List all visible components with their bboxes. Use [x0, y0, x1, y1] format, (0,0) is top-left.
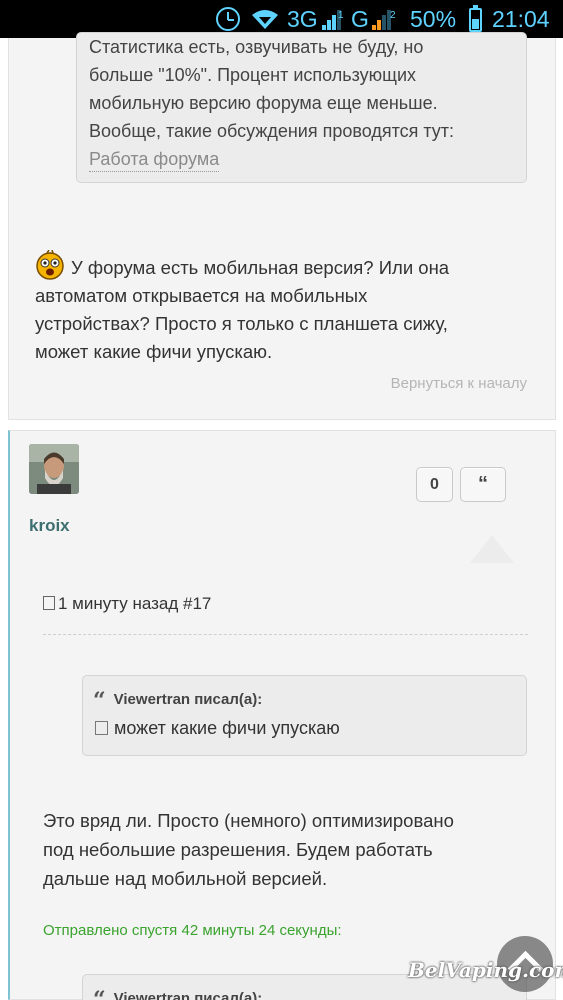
- quote-icon: “: [93, 987, 106, 1000]
- quote-line: мобильную версию форума еще меньше.: [89, 93, 438, 113]
- quote-text-content: может какие фичи упускаю: [114, 718, 340, 738]
- post-body: Это вряд ли. Просто (немного) оптимизиро…: [43, 806, 533, 893]
- back-to-top-link[interactable]: Вернуться к началу: [391, 375, 527, 392]
- post-body-line: дальше над мобильной версией.: [43, 868, 328, 889]
- quote-author-name: Viewertran писал(а):: [113, 691, 263, 708]
- battery-icon: [469, 5, 482, 32]
- username-link[interactable]: kroix: [29, 516, 70, 536]
- sim2-badge: 2: [390, 10, 396, 21]
- post-body-line: Это вряд ли. Просто (немного) оптимизиро…: [43, 810, 454, 831]
- post-body-line: автоматом открывается на мобильных: [35, 285, 368, 306]
- post-meta: 1 минуту назад #17: [43, 594, 211, 614]
- quote-line: Статистика есть, озвучивать не буду, но: [89, 37, 424, 57]
- quote-author: “ Viewertran писал(а):: [93, 688, 262, 714]
- post-body-line: У форума есть мобильная версия? Или она: [71, 257, 450, 278]
- speech-pointer: [470, 535, 514, 563]
- quote-icon: “: [478, 473, 488, 495]
- post-body: У форума есть мобильная версия? Или она …: [35, 250, 535, 366]
- forum-post: Статистика есть, озвучивать не буду, но …: [8, 32, 556, 420]
- document-icon: [43, 596, 55, 610]
- quote-line: больше "10%". Процент использующих: [89, 65, 417, 85]
- wifi-icon: [252, 10, 278, 29]
- post-body-line: под небольшие разрешения. Будем работать: [43, 839, 433, 860]
- sim1-badge: 1: [338, 10, 344, 21]
- avatar[interactable]: [29, 444, 79, 494]
- avatar-image: [29, 444, 79, 494]
- like-button[interactable]: 0: [416, 467, 453, 502]
- goto-post-icon[interactable]: [95, 721, 108, 735]
- quote-icon: “: [93, 688, 106, 714]
- quote-author-name: Viewertran писал(а):: [113, 990, 263, 1000]
- quote-text: может какие фичи упускаю: [95, 718, 340, 739]
- network-type-1: 3G: [287, 6, 318, 32]
- post-body-line: может какие фичи упускаю.: [35, 341, 273, 362]
- network-type-2: G: [351, 6, 369, 32]
- battery-percent: 50%: [410, 6, 457, 32]
- battery-level: [472, 19, 479, 29]
- quote-button[interactable]: “: [460, 467, 506, 502]
- post-body-line: устройствах? Просто я только с планшета …: [35, 313, 448, 334]
- quote-block: “ Viewertran писал(а): может какие фичи у…: [82, 675, 527, 756]
- quote-block: Статистика есть, озвучивать не буду, но …: [76, 32, 527, 183]
- forum-work-link[interactable]: Работа форума: [89, 147, 220, 172]
- quote-line: Вообще, такие обсуждения проводятся тут:: [89, 121, 455, 141]
- sent-after-note: Отправлено спустя 42 минуты 24 секунды:: [43, 922, 342, 939]
- forum-post: kroix 0 “ 1 минуту назад #17 “ Viewertran…: [8, 430, 556, 1000]
- clock-time: 21:04: [492, 6, 550, 32]
- smiley-icon: [36, 250, 64, 280]
- post-timestamp[interactable]: 1 минуту назад #17: [58, 594, 211, 613]
- divider: [43, 634, 528, 635]
- quote-author: “ Viewertran писал(а):: [93, 987, 262, 1000]
- alarm-clock-icon: [216, 7, 240, 31]
- site-watermark: BelVaping.com: [408, 958, 563, 982]
